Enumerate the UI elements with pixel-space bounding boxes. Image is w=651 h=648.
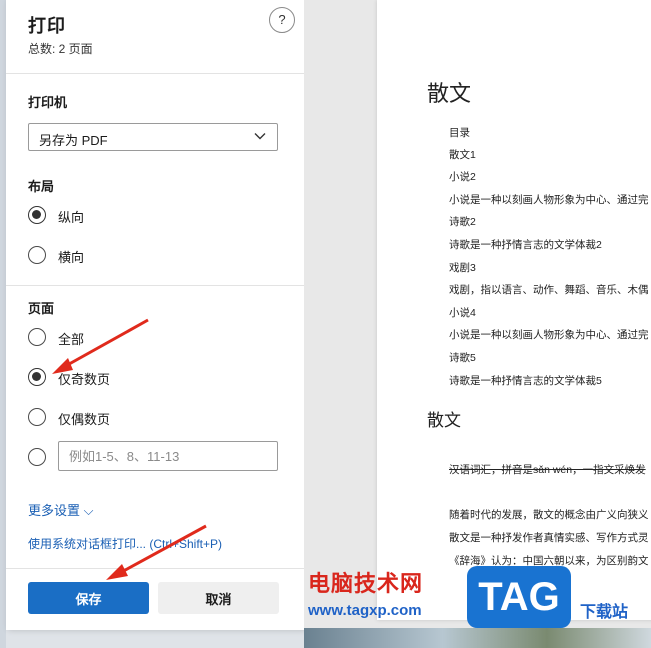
printer-select[interactable]: 另存为 PDF: [28, 123, 278, 151]
header-divider: [6, 73, 304, 74]
doc-line: 诗歌2: [449, 216, 476, 228]
print-panel: 打印 总数: 2 页面 ? 打印机 另存为 PDF 布局 纵向 横向 页面 全部…: [6, 0, 304, 630]
save-button[interactable]: 保存: [28, 582, 149, 614]
preview-page: 散文 目录 散文1 小说2 小说是一种以刻画人物形象为中心、通过完 诗歌2 诗歌…: [377, 0, 651, 620]
panel-title: 打印: [28, 16, 66, 36]
doc-line: 小说4: [449, 307, 476, 319]
system-dialog-link[interactable]: 使用系统对话框打印... (Ctrl+Shift+P): [28, 535, 222, 552]
doc-paragraph: 散文是一种抒发作者真情实感、写作方式灵: [449, 532, 649, 544]
doc-heading-2: 散文: [427, 411, 461, 430]
doc-heading-1: 散文: [427, 81, 472, 106]
radio-custom-pages[interactable]: [28, 448, 46, 466]
watermark-logo: TAG: [467, 566, 571, 628]
doc-line: 小说是一种以刻画人物形象为中心、通过完: [449, 194, 649, 206]
pages-option-label: 仅偶数页: [58, 412, 111, 427]
layout-option-label: 横向: [58, 250, 85, 265]
layout-divider: [6, 285, 304, 286]
watermark-download-label: 下载站: [580, 604, 629, 621]
doc-paragraph: 汉语词汇，拼音是sǎn wén，一指文采焕发: [449, 464, 646, 476]
cancel-button[interactable]: 取消: [158, 582, 279, 614]
pages-option-label: 仅奇数页: [58, 372, 111, 387]
pages-label: 页面: [28, 301, 55, 316]
more-settings-link[interactable]: 更多设置 ⌵: [28, 500, 93, 519]
radio-odd-pages[interactable]: [28, 368, 46, 386]
radio-portrait[interactable]: [28, 206, 46, 224]
printer-selected-value: 另存为 PDF: [39, 133, 108, 148]
watermark-url: www.tagxp.com: [308, 602, 422, 619]
layout-label: 布局: [28, 179, 55, 194]
pages-option-label: 全部: [58, 332, 85, 347]
page-range-input[interactable]: [58, 441, 278, 471]
layout-option-label: 纵向: [58, 210, 85, 225]
printer-label: 打印机: [28, 95, 68, 110]
doc-paragraph: 随着时代的发展，散文的概念由广义向狭义: [449, 509, 649, 521]
help-button[interactable]: ?: [269, 7, 295, 33]
doc-line: 诗歌是一种抒情言志的文学体裁2: [449, 239, 602, 251]
doc-line: 小说2: [449, 171, 476, 183]
site-watermark: 电脑技术网 www.tagxp.com TAG 下载站: [304, 566, 651, 648]
doc-line: 戏剧，指以语言、动作、舞蹈、音乐、木偶: [449, 284, 649, 296]
doc-line: 小说是一种以刻画人物形象为中心、通过完: [449, 329, 649, 341]
help-icon: ?: [278, 12, 286, 27]
footer-divider: [6, 568, 304, 569]
chevron-down-icon: [254, 133, 266, 140]
radio-even-pages[interactable]: [28, 408, 46, 426]
doc-line: 散文1: [449, 149, 476, 161]
radio-landscape[interactable]: [28, 246, 46, 264]
watermark-site-name: 电脑技术网: [308, 571, 424, 596]
doc-line: 诗歌是一种抒情言志的文学体裁5: [449, 375, 602, 387]
page-count: 总数: 2 页面: [28, 42, 93, 56]
doc-line: 诗歌5: [449, 352, 476, 364]
print-preview-area[interactable]: 散文 目录 散文1 小说2 小说是一种以刻画人物形象为中心、通过完 诗歌2 诗歌…: [304, 0, 651, 648]
doc-line: 戏剧3: [449, 262, 476, 274]
radio-all-pages[interactable]: [28, 328, 46, 346]
doc-line: 目录: [449, 127, 470, 139]
